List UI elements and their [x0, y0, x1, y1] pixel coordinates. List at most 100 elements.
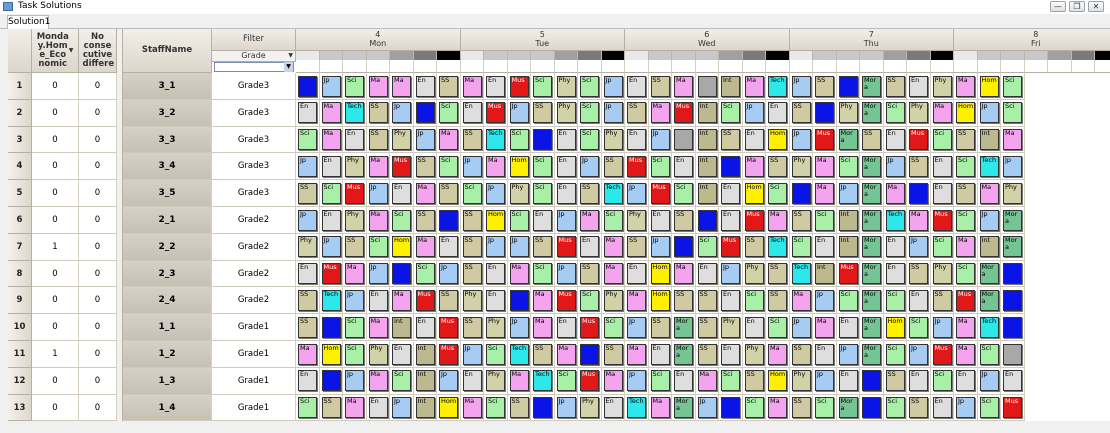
lesson-block[interactable]: Tech [603, 182, 623, 204]
period-filter-cell[interactable] [531, 60, 555, 73]
lesson-block[interactable]: Hom [650, 263, 670, 285]
lesson-block[interactable]: Jp [909, 236, 928, 258]
lesson-block[interactable]: En [321, 209, 341, 231]
lesson-block[interactable] [815, 102, 834, 124]
period-filter-cell[interactable] [319, 60, 343, 73]
lesson-block[interactable]: SS [533, 236, 552, 258]
lesson-block[interactable]: En [744, 129, 764, 151]
lesson-block[interactable]: Ma [392, 289, 411, 311]
lesson-block[interactable]: Mora [862, 102, 881, 124]
monday-home-economic-cell[interactable]: 0 [32, 99, 79, 127]
lesson-block[interactable]: SS [439, 182, 458, 204]
lesson-block[interactable]: Sci [298, 397, 317, 419]
lesson-block[interactable]: En [580, 236, 599, 258]
lesson-block[interactable]: Sci [345, 316, 364, 338]
lesson-block[interactable]: Jp [885, 155, 905, 177]
lesson-block[interactable]: Sci [345, 343, 364, 365]
lesson-block[interactable]: Hom [768, 129, 787, 151]
lesson-block[interactable]: En [885, 236, 905, 258]
grade-cell[interactable]: Grade1 [212, 394, 296, 422]
lesson-block[interactable]: Jp [580, 155, 599, 177]
no-consecutive-cell[interactable]: 0 [79, 126, 117, 154]
lesson-block[interactable]: SS [627, 236, 646, 258]
day-header[interactable]: 5 Tue [460, 29, 625, 51]
period-filter-cell[interactable] [296, 60, 320, 73]
lesson-block[interactable]: Mora [979, 289, 999, 311]
lesson-block[interactable] [392, 263, 411, 285]
period-filter-cell[interactable] [695, 60, 719, 73]
filter-dropdown-icon[interactable]: ▼ [69, 46, 74, 55]
lesson-block[interactable]: Ma [697, 370, 717, 392]
lesson-block[interactable]: SS [580, 182, 599, 204]
lesson-block[interactable]: Ma [885, 182, 905, 204]
lesson-block[interactable]: Sci [439, 155, 458, 177]
monday-home-economic-cell[interactable]: 0 [32, 180, 79, 207]
lesson-block[interactable]: Tech [768, 75, 787, 97]
lesson-block[interactable]: Jp [509, 236, 529, 258]
lesson-block[interactable]: Ma [345, 397, 364, 419]
lesson-block[interactable]: Sci [932, 370, 952, 392]
lesson-block[interactable] [580, 343, 599, 365]
lesson-block[interactable]: Mora [979, 263, 999, 285]
lesson-block[interactable]: Jp [791, 129, 811, 151]
lesson-block[interactable]: Phy [744, 343, 764, 365]
lesson-block[interactable] [697, 209, 717, 231]
lesson-block[interactable]: Hom [744, 182, 764, 204]
lesson-block[interactable]: Int [415, 343, 435, 365]
lesson-block[interactable]: Int [979, 129, 999, 151]
lesson-block[interactable]: Hom [439, 397, 458, 419]
lesson-block[interactable]: Int [697, 129, 717, 151]
lesson-block[interactable]: SS [415, 155, 435, 177]
lesson-block[interactable]: Ma [415, 182, 435, 204]
lesson-block[interactable] [697, 75, 717, 97]
lesson-block[interactable]: Jp [298, 155, 317, 177]
lesson-block[interactable]: SS [462, 316, 482, 338]
lesson-block[interactable]: Jp [462, 155, 482, 177]
lesson-block[interactable]: Hom [486, 209, 505, 231]
lesson-block[interactable]: En [909, 75, 928, 97]
lesson-block[interactable]: SS [368, 102, 388, 124]
row-header[interactable]: 11 [8, 341, 32, 368]
lesson-block[interactable]: Sci [580, 102, 599, 124]
lesson-block[interactable] [909, 182, 928, 204]
grade-cell[interactable]: Grade1 [212, 314, 296, 341]
lesson-block[interactable]: Jp [368, 182, 388, 204]
lesson-block[interactable]: SS [439, 289, 458, 311]
lesson-block[interactable]: En [721, 209, 740, 231]
lesson-block[interactable]: SS [956, 129, 975, 151]
lesson-block[interactable]: Ma [321, 102, 341, 124]
lesson-block[interactable]: En [533, 209, 552, 231]
lesson-block[interactable]: En [556, 182, 576, 204]
lesson-block[interactable]: En [932, 397, 952, 419]
lesson-block[interactable]: En [556, 155, 576, 177]
lesson-block[interactable]: Sci [838, 289, 858, 311]
lesson-block[interactable]: Ma [368, 316, 388, 338]
lesson-block[interactable]: Hom [509, 155, 529, 177]
day-header[interactable]: 4 Mon [296, 29, 461, 51]
lesson-block[interactable]: Sci [392, 370, 411, 392]
lesson-block[interactable]: Sci [885, 343, 905, 365]
row-header[interactable]: 1 [8, 73, 32, 100]
lesson-block[interactable]: En [956, 370, 975, 392]
lesson-block[interactable]: Jp [415, 129, 435, 151]
lesson-block[interactable]: Hom [650, 289, 670, 311]
lesson-block[interactable]: En [815, 236, 834, 258]
lesson-block[interactable]: SS [744, 370, 764, 392]
lesson-block[interactable]: En [627, 129, 646, 151]
lesson-block[interactable]: Tech [885, 209, 905, 231]
lesson-block[interactable]: Sci [815, 209, 834, 231]
lesson-block[interactable]: Ma [815, 155, 834, 177]
lesson-block[interactable] [838, 75, 858, 97]
lesson-block[interactable] [1003, 263, 1022, 285]
lesson-block[interactable]: Mora [1003, 209, 1022, 231]
lesson-block[interactable] [533, 397, 552, 419]
lesson-block[interactable]: Int [697, 155, 717, 177]
row-header[interactable]: 3 [8, 126, 32, 154]
lesson-block[interactable]: Phy [744, 263, 764, 285]
lesson-block[interactable]: Ma [674, 75, 693, 97]
restore-button[interactable]: ❐ [1069, 1, 1085, 12]
lesson-block[interactable]: Mus [1003, 397, 1022, 419]
lesson-block[interactable]: Tech [791, 263, 811, 285]
day-header[interactable]: 8 Fri [954, 29, 1110, 51]
lesson-block[interactable]: SS [885, 370, 905, 392]
